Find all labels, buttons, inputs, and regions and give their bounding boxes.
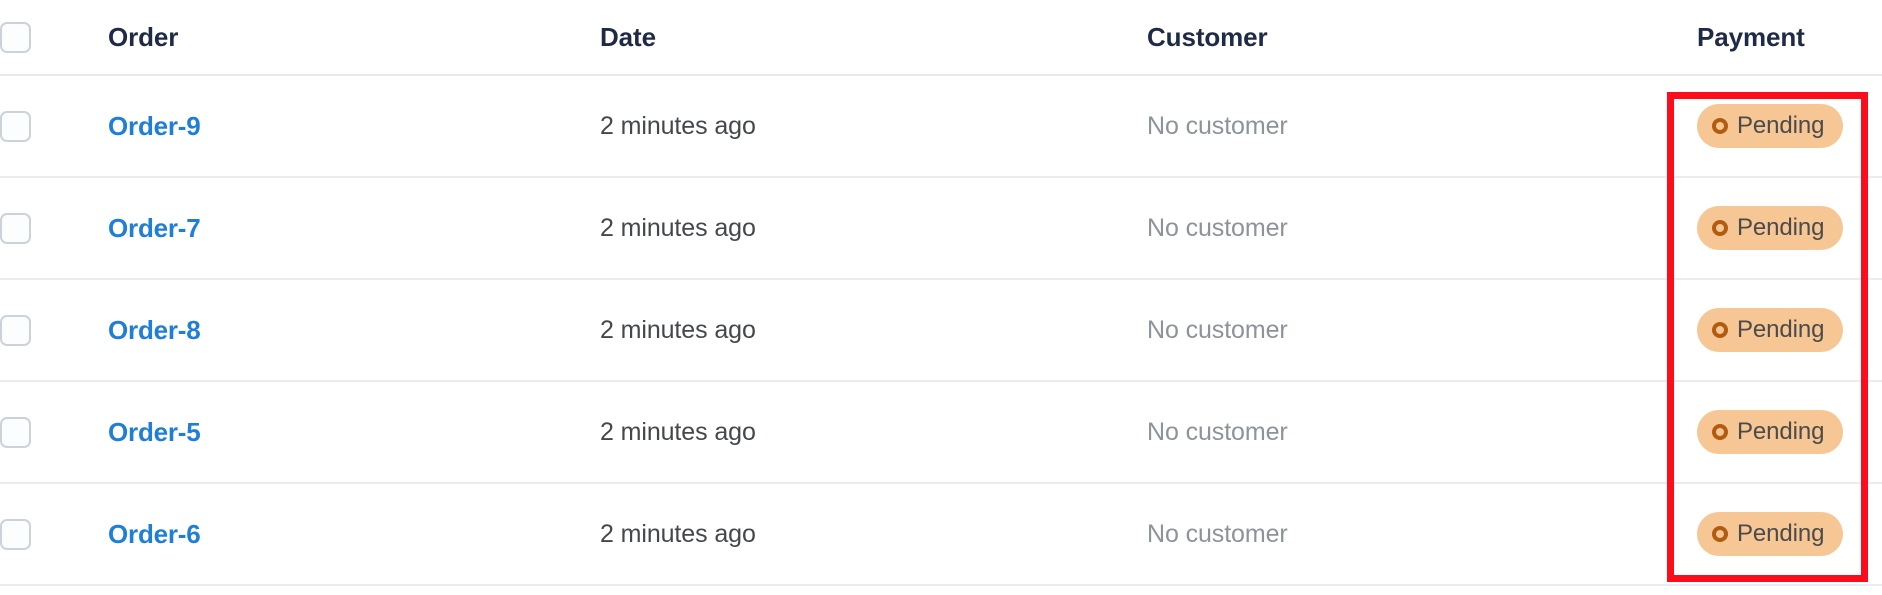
order-link[interactable]: Order-7 xyxy=(108,213,201,243)
payment-status-label: Pending xyxy=(1737,418,1825,445)
row-cell-customer: No customer xyxy=(1147,279,1697,382)
row-cell-order: Order-9 xyxy=(108,75,600,178)
table-body: Order-9 2 minutes ago No customer Pendin… xyxy=(0,75,1882,586)
payment-status-badge: Pending xyxy=(1697,410,1844,454)
table-row[interactable]: Order-6 2 minutes ago No customer Pendin… xyxy=(0,483,1882,586)
row-cell-order: Order-5 xyxy=(108,381,600,484)
row-cell-select xyxy=(0,279,108,382)
row-cell-select xyxy=(0,75,108,178)
header-cell-payment[interactable]: Payment xyxy=(1697,0,1882,76)
order-customer: No customer xyxy=(1147,519,1288,548)
order-link[interactable]: Order-8 xyxy=(108,315,201,345)
row-cell-date: 2 minutes ago xyxy=(600,381,1147,484)
payment-status-badge: Pending xyxy=(1697,512,1844,556)
row-cell-payment: Pending xyxy=(1697,381,1882,484)
row-cell-customer: No customer xyxy=(1147,483,1697,586)
order-customer: No customer xyxy=(1147,213,1288,242)
circle-ring-icon xyxy=(1712,118,1728,134)
order-link[interactable]: Order-5 xyxy=(108,417,201,447)
row-cell-payment: Pending xyxy=(1697,279,1882,382)
row-cell-date: 2 minutes ago xyxy=(600,483,1147,586)
row-cell-select xyxy=(0,483,108,586)
row-cell-customer: No customer xyxy=(1147,381,1697,484)
circle-ring-icon xyxy=(1712,526,1728,542)
row-cell-order: Order-7 xyxy=(108,177,600,280)
header-cell-select xyxy=(0,0,108,76)
table-row[interactable]: Order-9 2 minutes ago No customer Pendin… xyxy=(0,75,1882,178)
order-customer: No customer xyxy=(1147,315,1288,344)
payment-status-label: Pending xyxy=(1737,316,1825,343)
row-cell-payment: Pending xyxy=(1697,177,1882,280)
orders-table: Order Date Customer Payment Order-9 2 mi… xyxy=(0,0,1882,586)
payment-status-label: Pending xyxy=(1737,214,1825,241)
row-checkbox[interactable] xyxy=(0,416,31,448)
order-link[interactable]: Order-6 xyxy=(108,519,201,549)
row-cell-order: Order-6 xyxy=(108,483,600,586)
order-link[interactable]: Order-9 xyxy=(108,111,201,141)
orders-table-screen: Order Date Customer Payment Order-9 2 mi… xyxy=(0,0,1882,595)
table-row[interactable]: Order-5 2 minutes ago No customer Pendin… xyxy=(0,381,1882,484)
payment-status-badge: Pending xyxy=(1697,206,1844,250)
order-date: 2 minutes ago xyxy=(600,417,756,446)
circle-ring-icon xyxy=(1712,424,1728,440)
circle-ring-icon xyxy=(1712,220,1728,236)
row-cell-payment: Pending xyxy=(1697,483,1882,586)
column-header-payment-label: Payment xyxy=(1697,21,1805,52)
payment-status-badge: Pending xyxy=(1697,104,1844,148)
row-cell-payment: Pending xyxy=(1697,75,1882,178)
row-cell-customer: No customer xyxy=(1147,75,1697,178)
row-cell-select xyxy=(0,381,108,484)
order-date: 2 minutes ago xyxy=(600,213,756,242)
header-cell-customer[interactable]: Customer xyxy=(1147,0,1697,76)
order-date: 2 minutes ago xyxy=(600,315,756,344)
row-cell-date: 2 minutes ago xyxy=(600,177,1147,280)
column-header-order-label: Order xyxy=(108,21,179,52)
row-checkbox[interactable] xyxy=(0,212,31,244)
header-cell-order[interactable]: Order xyxy=(108,0,600,76)
payment-status-label: Pending xyxy=(1737,112,1825,139)
column-header-date-label: Date xyxy=(600,21,656,52)
row-cell-date: 2 minutes ago xyxy=(600,279,1147,382)
select-all-checkbox[interactable] xyxy=(0,21,31,53)
circle-ring-icon xyxy=(1712,322,1728,338)
order-customer: No customer xyxy=(1147,111,1288,140)
table-header-row: Order Date Customer Payment xyxy=(0,0,1882,76)
payment-status-badge: Pending xyxy=(1697,308,1844,352)
payment-status-label: Pending xyxy=(1737,520,1825,547)
row-cell-date: 2 minutes ago xyxy=(600,75,1147,178)
table-row[interactable]: Order-8 2 minutes ago No customer Pendin… xyxy=(0,279,1882,382)
table-header: Order Date Customer Payment xyxy=(0,0,1882,76)
row-checkbox[interactable] xyxy=(0,110,31,142)
order-date: 2 minutes ago xyxy=(600,111,756,140)
row-cell-order: Order-8 xyxy=(108,279,600,382)
order-customer: No customer xyxy=(1147,417,1288,446)
row-cell-customer: No customer xyxy=(1147,177,1697,280)
table-row[interactable]: Order-7 2 minutes ago No customer Pendin… xyxy=(0,177,1882,280)
order-date: 2 minutes ago xyxy=(600,519,756,548)
row-checkbox[interactable] xyxy=(0,518,31,550)
column-header-customer-label: Customer xyxy=(1147,21,1268,52)
row-cell-select xyxy=(0,177,108,280)
header-cell-date[interactable]: Date xyxy=(600,0,1147,76)
row-checkbox[interactable] xyxy=(0,314,31,346)
